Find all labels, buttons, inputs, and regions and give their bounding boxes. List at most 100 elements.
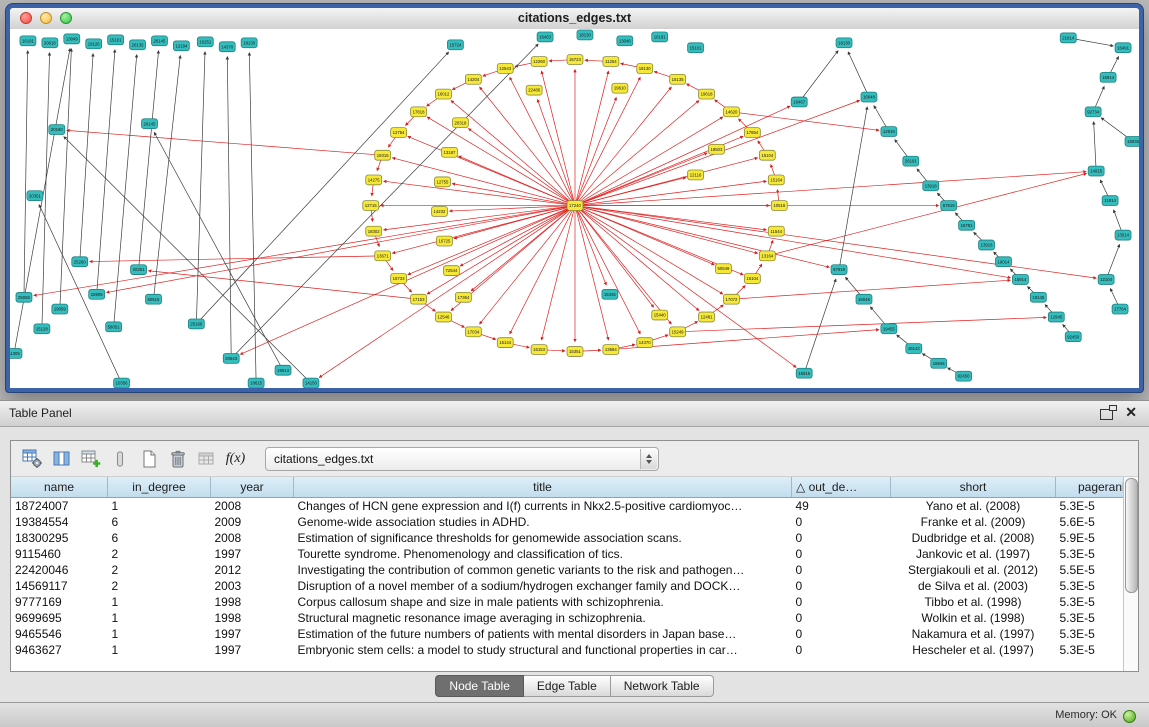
graph-node[interactable]: 14232 [432, 207, 448, 217]
new-table-button[interactable] [135, 446, 162, 472]
graph-node[interactable]: 18130 [241, 38, 257, 48]
graph-node[interactable]: 13916 [979, 240, 995, 250]
graph-node[interactable]: 12546 [435, 312, 451, 322]
function-builder-button[interactable]: f(x) [222, 446, 249, 472]
graph-node[interactable]: 26145 [151, 36, 167, 46]
table-row[interactable]: 946362711997Embryonic stem cells: a mode… [11, 642, 1138, 658]
graph-node[interactable]: 16135 [670, 74, 686, 84]
float-panel-icon[interactable] [1100, 409, 1113, 420]
graph-node[interactable]: 18130 [577, 30, 593, 40]
column-header-short[interactable]: short [891, 477, 1056, 498]
graph-node[interactable]: 15905 [89, 289, 105, 299]
table-row[interactable]: 2242004622012Investigating the contribut… [11, 562, 1138, 578]
graph-node[interactable]: 19618 [699, 89, 715, 99]
graph-node[interactable]: 25260 [72, 257, 88, 267]
graph-node[interactable]: 12919 [881, 127, 897, 137]
import-table-button[interactable] [193, 446, 220, 472]
graph-node[interactable]: 16463 [537, 32, 553, 42]
graph-node[interactable]: 92450 [956, 371, 972, 381]
graph-node[interactable]: 12194 [173, 41, 189, 51]
graph-node[interactable]: 13584 [603, 345, 619, 355]
graph-node[interactable]: 72544 [443, 266, 459, 276]
graph-node[interactable]: 16048 [856, 294, 872, 304]
graph-node[interactable]: 15440 [652, 310, 668, 320]
graph-node[interactable]: 26145 [142, 119, 158, 129]
graph-node[interactable]: 15128 [34, 324, 50, 334]
graph-node[interactable]: 18302 [366, 226, 382, 236]
graph-node[interactable]: 14275 [366, 175, 382, 185]
graph-node[interactable]: 92734 [1085, 107, 1101, 117]
window-titlebar[interactable]: citations_edges.txt [10, 8, 1139, 30]
graph-node[interactable]: 16491 [1115, 43, 1131, 53]
graph-node[interactable]: 16104 [759, 150, 775, 160]
graph-node[interactable]: 16104 [744, 274, 760, 284]
graph-node[interactable]: 13187 [441, 147, 457, 157]
graph-node[interactable]: 16915 [796, 368, 812, 378]
graph-node[interactable]: 16791 [959, 220, 975, 230]
table-select-dropdown[interactable]: citations_edges.txt [265, 447, 659, 471]
graph-node[interactable]: 17072 [723, 294, 739, 304]
graph-node[interactable]: 14150 [303, 378, 319, 388]
graph-node[interactable]: 15723 [567, 55, 583, 65]
show-columns-button[interactable] [48, 446, 75, 472]
graph-node[interactable]: 15351 [567, 347, 583, 357]
graph-node[interactable]: 16191 [652, 32, 668, 42]
tab-edge-table[interactable]: Edge Table [524, 675, 611, 697]
graph-node[interactable]: 20351 [27, 191, 43, 201]
graph-node[interactable]: 17764 [1112, 304, 1128, 314]
graph-node[interactable]: 17364 [455, 292, 471, 302]
graph-node[interactable]: 18615 [248, 378, 264, 388]
graph-node[interactable]: 11914 [1102, 196, 1118, 206]
network-canvas[interactable]: 1724010516151641610417854146201961816135… [10, 29, 1139, 388]
graph-node[interactable]: 50549 [716, 264, 732, 274]
graph-node[interactable]: 12481 [699, 312, 715, 322]
graph-node[interactable]: 19455 [881, 324, 897, 334]
graph-node[interactable]: 19014 [996, 257, 1012, 267]
graph-node[interactable]: 16467 [791, 97, 807, 107]
graph-node[interactable]: 16153 [531, 345, 547, 355]
create-column-button[interactable] [77, 446, 104, 472]
graph-node[interactable]: 12755 [434, 177, 450, 187]
graph-node[interactable]: 16725 [436, 236, 452, 246]
column-header-out_degree[interactable]: △ out_de… [792, 477, 891, 498]
graph-node[interactable]: 13918 [923, 181, 939, 191]
graph-node[interactable]: 10356 [114, 378, 130, 388]
graph-node[interactable]: 16914 [1012, 275, 1028, 285]
graph-node[interactable]: 12945 [1048, 312, 1064, 322]
graph-node[interactable]: 59051 [106, 322, 122, 332]
graph-node[interactable]: 13514 [1115, 230, 1131, 240]
graph-node[interactable]: 15101 [688, 43, 704, 53]
table-row[interactable]: 1872400712008Changes of HCN gene express… [11, 498, 1138, 515]
graph-hub-node[interactable]: 17240 [567, 201, 583, 211]
graph-node[interactable]: 12104 [1098, 275, 1114, 285]
graph-node[interactable]: 15724 [447, 40, 463, 50]
graph-node[interactable]: 14204 [465, 74, 481, 84]
delete-column-button[interactable] [106, 446, 133, 472]
graph-node[interactable]: 14620 [723, 107, 739, 117]
graph-node[interactable]: 19126 [86, 39, 102, 49]
table-row[interactable]: 1938455462009Genome-wide association stu… [11, 514, 1138, 530]
graph-node[interactable]: 13164 [759, 251, 775, 261]
close-panel-icon[interactable]: ✕ [1125, 404, 1137, 421]
graph-node[interactable]: 15249 [670, 327, 686, 337]
graph-node[interactable]: 26191 [903, 156, 919, 166]
graph-node[interactable]: 14370 [637, 338, 653, 348]
graph-node[interactable]: 10516 [771, 201, 787, 211]
graph-node[interactable]: 16733 [391, 274, 407, 284]
graph-node[interactable]: 19610 [612, 83, 628, 93]
column-header-year[interactable]: year [211, 477, 294, 498]
memory-status-label[interactable]: Memory: OK [1055, 703, 1117, 727]
graph-node[interactable]: 16251 [197, 37, 213, 47]
graph-node[interactable]: 20251 [131, 265, 147, 275]
graph-node[interactable]: 22486 [526, 85, 542, 95]
graph-node[interactable]: 67919 [831, 265, 847, 275]
graph-node[interactable]: 17854 [744, 128, 760, 138]
table-row[interactable]: 946554611997Estimation of the future num… [11, 626, 1138, 642]
graph-node[interactable]: 19059 [52, 304, 68, 314]
graph-node[interactable]: 20616 [42, 38, 58, 48]
tab-network-table[interactable]: Network Table [611, 675, 714, 697]
graph-node[interactable]: 67919 [941, 201, 957, 211]
graph-node[interactable]: 17153 [411, 294, 427, 304]
graph-node[interactable]: 14915 [1088, 166, 1104, 176]
graph-node[interactable]: 12715 [363, 201, 379, 211]
